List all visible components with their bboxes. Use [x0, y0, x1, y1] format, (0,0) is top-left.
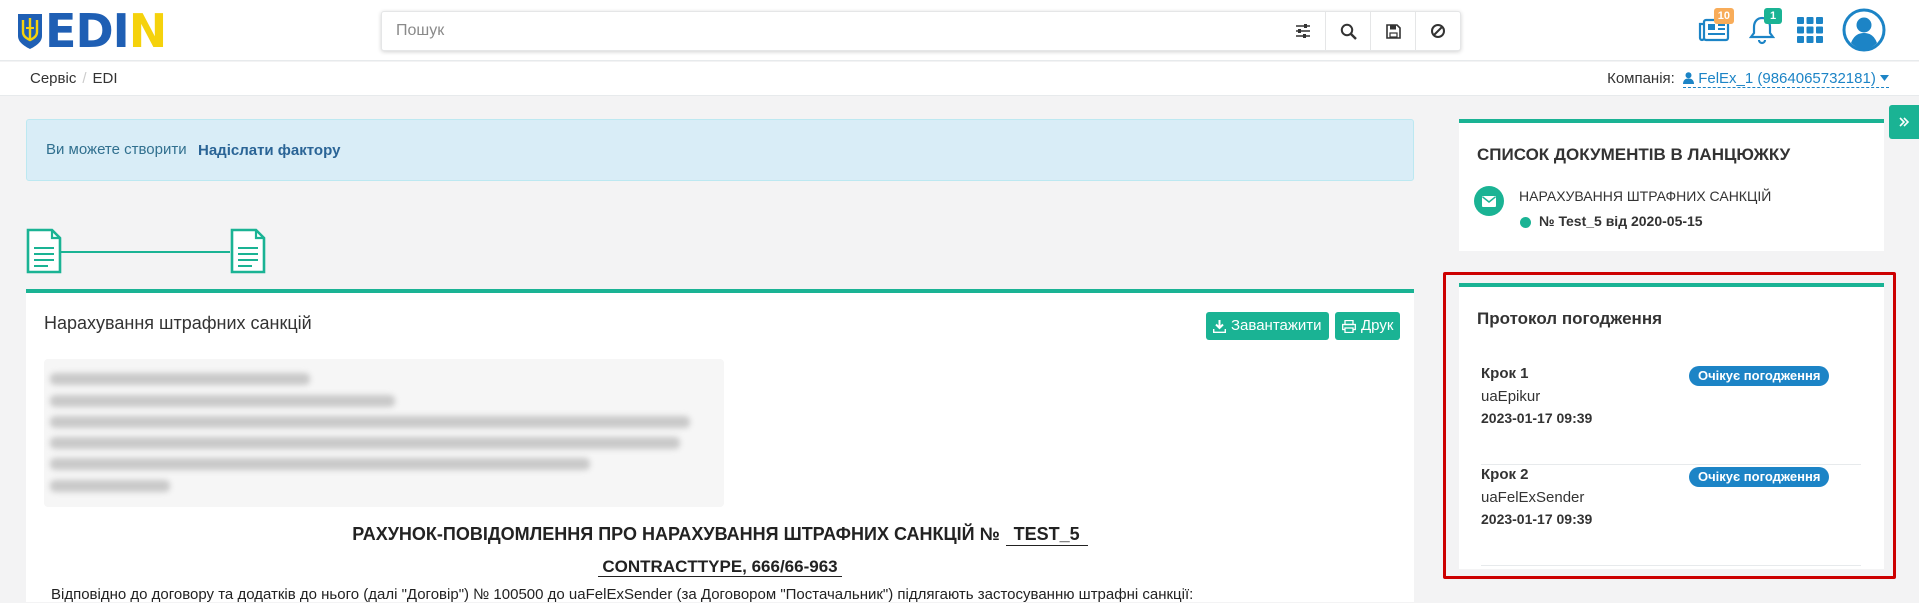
print-label: Друк	[1361, 317, 1394, 334]
ban-icon	[1431, 24, 1445, 38]
documents-button[interactable]: 10	[1692, 8, 1736, 52]
breadcrumb-separator: /	[82, 70, 87, 87]
approval-protocol-panel: Протокол погодження Крок 1 uaEpikur 2023…	[1459, 283, 1884, 569]
step-name: Крок 2	[1481, 466, 1529, 483]
breadcrumb-item-edi[interactable]: EDI	[93, 70, 118, 87]
contract-text: CONTRACTTYPE, 666/66-963	[598, 557, 842, 577]
step-date: 2023-01-17 09:39	[1481, 511, 1593, 527]
document-heading: РАХУНОК-ПОВІДОМЛЕННЯ ПРО НАРАХУВАННЯ ШТР…	[26, 524, 1414, 546]
step-user: uaEpikur	[1481, 388, 1541, 405]
breadcrumb-bar: Сервіс / EDI Компанія: FelEx_1 (9864065732…	[0, 62, 1919, 96]
approval-step: Крок 1 uaEpikur 2023-01-17 09:39 Очікує …	[1481, 365, 1861, 465]
chain-documents-panel: СПИСОК ДОКУМЕНТІВ В ЛАНЦЮЖКУ НАРАХУВАННЯ…	[1459, 119, 1884, 251]
chain-document-type[interactable]: НАРАХУВАННЯ ШТРАФНИХ САНКЦІЙ	[1519, 188, 1771, 204]
chain-documents-title: СПИСОК ДОКУМЕНТІВ В ЛАНЦЮЖКУ	[1477, 145, 1791, 164]
step-date: 2023-01-17 09:39	[1481, 410, 1593, 426]
approval-step: Крок 2 uaFelExSender 2023-01-17 09:39 Оч…	[1481, 466, 1861, 566]
step-name: Крок 1	[1481, 365, 1529, 382]
document-panel: Нарахування штрафних санкцій Завантажити…	[26, 289, 1414, 603]
envelope-icon	[1474, 186, 1504, 216]
download-label: Завантажити	[1231, 317, 1322, 334]
blurred-requisites	[44, 359, 724, 507]
save-search-button[interactable]	[1370, 12, 1415, 50]
document-title: Нарахування штрафних санкцій	[44, 313, 312, 333]
notifications-count-badge: 1	[1764, 8, 1782, 24]
status-dot-icon	[1520, 217, 1531, 228]
user-avatar-icon[interactable]	[1842, 8, 1886, 52]
clear-search-button[interactable]	[1415, 12, 1460, 50]
info-alert: Ви можете створити Надіслати фактору	[26, 119, 1414, 181]
document-number: TEST_5	[1005, 524, 1088, 546]
chain-document-number[interactable]: № Test_5 від 2020-05-15	[1539, 213, 1703, 229]
logo-wordmark: EDIN	[45, 4, 167, 58]
notifications-button[interactable]: 1	[1740, 8, 1784, 52]
search-input[interactable]	[382, 12, 1280, 50]
documents-count-badge: 10	[1713, 8, 1734, 24]
status-badge: Очікує погодження	[1689, 366, 1830, 386]
grid-apps-icon	[1797, 17, 1823, 43]
search-icon	[1340, 23, 1357, 40]
search-bar	[381, 11, 1461, 51]
user-icon	[1683, 72, 1695, 84]
breadcrumb-item-service[interactable]: Сервіс	[30, 70, 76, 87]
filter-settings-button[interactable]	[1280, 12, 1325, 50]
caret-down-icon	[1880, 75, 1889, 81]
double-chevron-right-icon	[1899, 117, 1909, 127]
company-name: FelEx_1 (9864065732181)	[1698, 70, 1876, 87]
apps-menu-button[interactable]	[1788, 8, 1832, 52]
company-selector: Компанія: FelEx_1 (9864065732181)	[1607, 70, 1889, 88]
contract-line: CONTRACTTYPE, 666/66-963	[26, 557, 1414, 577]
download-icon	[1213, 319, 1226, 333]
download-button[interactable]: Завантажити	[1206, 312, 1329, 340]
breadcrumb: Сервіс / EDI	[30, 70, 118, 87]
print-button[interactable]: Друк	[1335, 312, 1401, 340]
send-to-factor-link[interactable]: Надіслати фактору	[198, 142, 340, 159]
header-actions: 10 1	[1692, 8, 1886, 52]
sidebar-toggle-button[interactable]	[1889, 105, 1919, 139]
alert-text: Ви можете створити	[46, 141, 187, 158]
step-user: uaFelExSender	[1481, 489, 1585, 506]
top-header: EDIN Пошук 10 1	[0, 0, 1919, 61]
document-paragraph: Відповідно до договору та додатків до нь…	[51, 586, 1194, 603]
document-chain-diagram	[26, 228, 266, 274]
document-heading-text: РАХУНОК-ПОВІДОМЛЕННЯ ПРО НАРАХУВАННЯ ШТР…	[352, 524, 1000, 544]
chain-document-icon[interactable]	[26, 228, 62, 274]
trident-emblem-icon	[18, 14, 42, 49]
floppy-disk-icon	[1385, 23, 1401, 39]
chain-document-icon[interactable]	[230, 228, 266, 274]
company-dropdown[interactable]: FelEx_1 (9864065732181)	[1683, 70, 1889, 88]
print-icon	[1342, 319, 1356, 333]
sliders-icon	[1295, 24, 1310, 38]
search-button[interactable]	[1325, 12, 1370, 50]
approval-protocol-title: Протокол погодження	[1477, 309, 1663, 328]
company-label: Компанія:	[1607, 70, 1675, 87]
status-badge: Очікує погодження	[1689, 467, 1830, 487]
edin-logo[interactable]: EDIN	[17, 4, 167, 58]
